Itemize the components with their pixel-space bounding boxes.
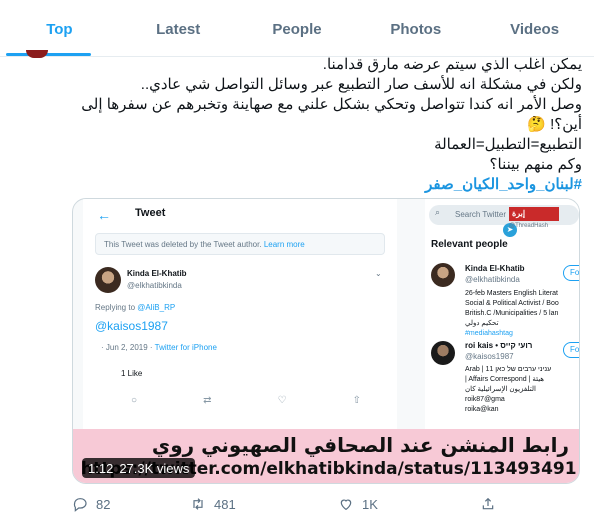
heart-icon: ♡ [277,395,287,406]
share-icon [482,497,494,510]
tab-photos[interactable]: Photos [356,0,475,56]
likes-count: 1 Like [121,369,143,378]
card-actions: ○ ⇄ ♡ ⇧ [131,395,361,406]
replying-label: Replying to [95,303,136,312]
like-button[interactable]: 1K [338,496,480,512]
retweet-button[interactable]: 481 [190,496,338,512]
search-tabs: Top Latest People Photos Videos [0,0,594,57]
follow-button: Fo [563,342,579,358]
video-media[interactable]: ← Tweet This Tweet was deleted by the Tw… [72,198,580,484]
user-handle: @elkhatibkinda [127,281,182,290]
bio-line: التلفزيون الإسرائيلية كان [465,386,536,393]
retweet-icon [193,498,203,510]
tweet-date: · Jun 2, 2019 · Twitter for iPhone [101,343,217,352]
reply-count: 82 [96,496,111,512]
chevron-down-icon: ⌄ [375,269,382,278]
reply-icon: ○ [131,395,138,406]
learn-more-link: Learn more [263,240,305,249]
replying-handle: @AliB_RP [137,303,176,312]
card-title: Tweet [135,207,166,219]
like-count: 1K [362,496,378,512]
tweet-line: التطبيع=التطبيل=العمالة [434,136,582,153]
reply-button[interactable]: 82 [72,496,190,512]
video-views: 27.3K views [119,461,190,476]
bio-line: roika@kan [465,406,499,413]
tweet-line: وصل الأمر انه كندا تتواصل وتحكي بشكل علن… [81,96,582,113]
bio-line: | Affairs Correspond | هيئة [465,376,544,383]
bio-line: 26-feb Masters English Literat [465,290,558,297]
user-handle: @kaisos1987 [465,352,514,361]
ibra-handle: @ThreadHash [509,223,549,229]
tweet-text: يمكن اغلب الذي سيتم عرضه مارق قدامنا. ول… [56,55,582,195]
replying-to: Replying to @AliB_RP [95,303,175,312]
back-arrow-icon: ← [97,207,111,223]
tab-people[interactable]: People [238,0,357,56]
client-link: Twitter for iPhone [154,343,217,352]
avatar [431,341,455,365]
video-badge: 1:12 27.3K views [82,458,196,478]
date-text: · Jun 2, 2019 · [101,343,153,352]
bio-line: British.C /Municipalities / 5 lan [465,310,559,317]
tweet-line: ولكن في مشكلة انه للأسف صار التطبيع عبر … [140,76,582,93]
video-time: 1:12 [88,461,114,476]
banner-arabic-text: رابط المنشن عند الصحافي الصهيوني روي قيس [149,433,569,457]
user-bio: Arab | עניני ערבים של כאן 11 | Affairs C… [465,365,579,415]
heart-icon [340,499,352,511]
bio-hashtag: #mediahashtag [465,330,513,337]
tweet-line: يمكن اغلب الذي سيتم عرضه مارق قدامنا. [322,56,582,73]
avatar [431,263,455,287]
retweet-count: 481 [214,496,236,512]
tab-videos[interactable]: Videos [475,0,594,56]
avatar [95,267,121,293]
relevant-title: Relevant people [431,239,508,250]
tab-top[interactable]: Top [0,0,119,56]
tweet-line: أين؟! 🤔 [527,116,582,133]
tweet-hashtag[interactable]: #لبنان_واحد_الكيان_صفر [56,175,582,195]
search-icon: ⌕ [435,207,441,217]
bio-line: roik87@gma [465,396,505,403]
share-icon: ⇧ [352,395,361,406]
user-handle: @elkhatibkinda [465,275,520,284]
bio-line: تحكيم دولي [465,320,499,327]
bio-line: Social & Political Activist / Boo [465,300,559,307]
mention-text: @kaisos1987 [95,319,168,333]
user-name: Kinda El-Khatib [127,269,187,278]
retweet-icon: ⇄ [203,395,212,406]
follow-button: Fo [563,265,579,281]
tweet-actions: 82 481 1K [72,496,532,512]
user-bio: 26-feb Masters English Literat Social & … [465,289,579,339]
ibra-logo: إبرة [509,207,559,221]
tab-latest[interactable]: Latest [119,0,238,56]
tweet-line: وكم منهم بيننا؟ [489,156,582,173]
screenshot-tweet-card: ← Tweet This Tweet was deleted by the Tw… [83,199,397,429]
deleted-notice: This Tweet was deleted by the Tweet auth… [95,233,385,255]
relevant-people-panel: Search Twitter ⌕ إبرة ➤ @ThreadHash Rele… [425,199,579,429]
share-button[interactable] [480,496,496,512]
reply-icon [73,498,87,512]
user-name: roi kais • רועי קייס [465,341,533,350]
bio-line: Arab | עניני ערבים של כאן 11 [465,366,552,373]
deleted-text: This Tweet was deleted by the Tweet auth… [104,240,262,249]
user-name: Kinda El-Khatib [465,264,525,273]
